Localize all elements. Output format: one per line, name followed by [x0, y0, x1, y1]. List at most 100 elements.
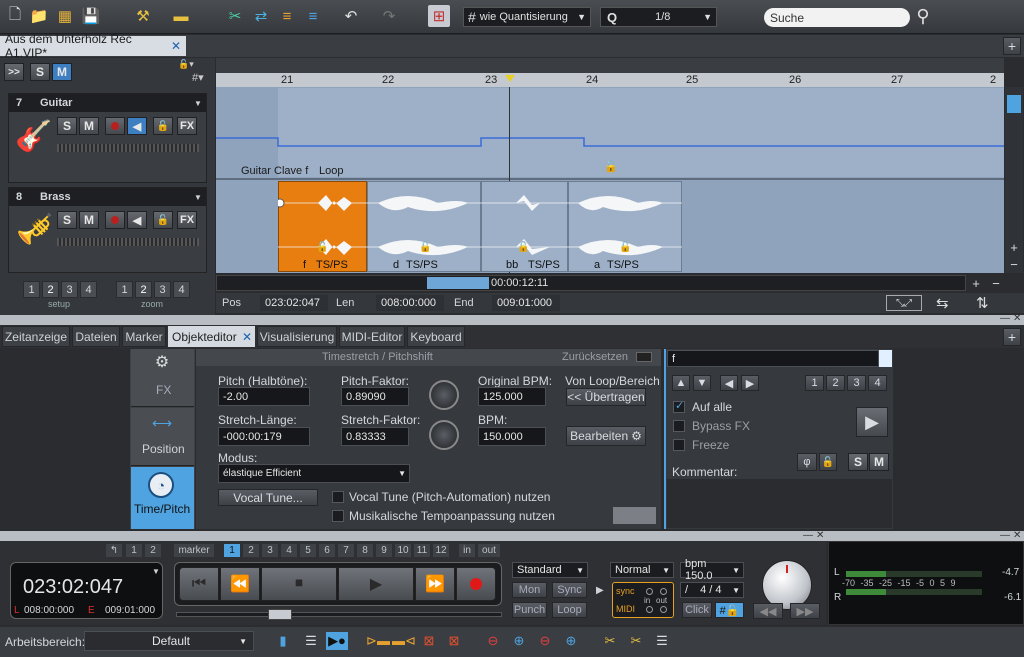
fx-button[interactable]: FX	[177, 117, 197, 135]
monitor-button[interactable]: ◀	[127, 117, 147, 135]
header-grid-icon[interactable]: #▾	[192, 71, 204, 84]
view-3-icon[interactable]: ⊖	[536, 632, 554, 650]
save-icon[interactable]: 💾	[80, 5, 102, 27]
click-button[interactable]: Click	[682, 602, 712, 618]
minimize-icon[interactable]: —	[1000, 530, 1010, 541]
lock-button[interactable]: 🔓	[153, 211, 173, 229]
marker-6[interactable]: 6	[319, 544, 335, 557]
snap-icon[interactable]: ⊞	[428, 5, 450, 27]
open-folder-icon[interactable]: 📁	[28, 5, 50, 27]
pos-field[interactable]: 023:02:047	[260, 295, 328, 311]
playhead-marker-icon[interactable]	[505, 75, 515, 82]
edit-3-icon[interactable]: ☰	[652, 632, 672, 650]
zoom-2[interactable]: 2	[135, 281, 152, 298]
global-solo-button[interactable]: S	[30, 63, 50, 81]
edit-2-icon[interactable]: ✂	[626, 632, 646, 650]
stretch-knob[interactable]	[429, 420, 459, 450]
move-left-button[interactable]: ◀	[720, 375, 738, 391]
object-name-field[interactable]: f	[667, 350, 879, 367]
mute-button[interactable]: M	[79, 117, 99, 135]
mode-select[interactable]: élastique Efficient ▼	[218, 464, 410, 483]
object-mute-button[interactable]: M	[869, 453, 889, 471]
transport-view-icon[interactable]: ▶●	[326, 632, 348, 650]
bpm-field[interactable]: 150.000	[478, 427, 546, 446]
pitch-factor-field[interactable]: 0.89090	[341, 387, 409, 406]
slot-2-button[interactable]: 2	[826, 375, 845, 391]
q-select[interactable]: Q 1/8 ▼	[600, 7, 717, 27]
position-slider[interactable]	[176, 612, 502, 617]
scroll-thumb[interactable]	[427, 277, 489, 289]
move-right-button[interactable]: ▶	[741, 375, 759, 391]
close-icon[interactable]: ✕	[1013, 530, 1021, 541]
tempo-checkbox[interactable]	[332, 510, 344, 522]
vocal-tune-checkbox[interactable]	[332, 491, 344, 503]
lock-icon[interactable]: 🔓	[517, 242, 529, 253]
edit-button[interactable]: Bearbeiten ⚙	[566, 426, 646, 446]
back-button[interactable]: ↰	[106, 544, 122, 557]
global-mute-button[interactable]: M	[52, 63, 72, 81]
close-icon[interactable]: ✕	[1013, 313, 1021, 324]
solo-button[interactable]: S	[57, 117, 77, 135]
normal-select[interactable]: Normal ▼	[610, 562, 674, 578]
reset-button[interactable]	[636, 352, 652, 362]
out-button[interactable]: out	[478, 544, 500, 557]
search-input[interactable]: Suche	[764, 8, 910, 27]
zoom-1[interactable]: 1	[116, 281, 133, 298]
close-icon[interactable]: ✕	[816, 530, 824, 541]
zoom-4[interactable]: 4	[173, 281, 190, 298]
tab-zeitanzeige[interactable]: Zeitanzeige	[2, 326, 70, 347]
apply-all-checkbox[interactable]: ✓	[673, 400, 685, 413]
setup-2[interactable]: 2	[42, 281, 59, 298]
close-icon[interactable]: ✕	[171, 39, 181, 53]
slot-3-button[interactable]: 3	[847, 375, 866, 391]
pitch-knob[interactable]	[429, 380, 459, 410]
stretch-length-field[interactable]: -000:00:179	[218, 427, 310, 446]
tool-4-icon[interactable]: ⊠	[444, 632, 464, 650]
setup-1[interactable]: 1	[23, 281, 40, 298]
record-transport-button[interactable]	[456, 567, 496, 601]
preview-play-button[interactable]: ▶	[856, 407, 888, 437]
marker-3[interactable]: 3	[262, 544, 278, 557]
view-4-icon[interactable]: ⊕	[562, 632, 580, 650]
name-field-handle[interactable]	[879, 350, 892, 367]
marker-5[interactable]: 5	[300, 544, 316, 557]
fit-view-icon[interactable]: ⤡⤢	[886, 295, 922, 311]
zoom-3[interactable]: 3	[154, 281, 171, 298]
search-icon[interactable]: ⚲	[912, 5, 934, 27]
mute-button[interactable]: M	[79, 211, 99, 229]
marker-9[interactable]: 9	[376, 544, 392, 557]
mouse-mode-icon[interactable]: ⚒	[132, 5, 154, 27]
minimize-icon[interactable]: —	[803, 530, 813, 541]
pitch-tool-button[interactable]: φ	[797, 453, 817, 471]
setup-3[interactable]: 3	[61, 281, 78, 298]
go-to-start-button[interactable]: ⏮	[179, 567, 219, 601]
open-project-icon[interactable]: ▦	[54, 5, 76, 27]
redo-icon[interactable]: ↷	[378, 5, 400, 27]
swap-v-icon[interactable]: ⇅	[976, 294, 989, 312]
fast-forward-button[interactable]: ⏩	[415, 567, 455, 601]
expand-arrow-icon[interactable]: ▶	[596, 585, 604, 596]
marker-2[interactable]: 2	[243, 544, 259, 557]
chevron-down-icon[interactable]: ▼	[194, 193, 202, 202]
distribute-icon[interactable]: ≡	[302, 5, 324, 27]
tab-visualisierung[interactable]: Visualisierung	[257, 326, 337, 347]
transfer-button[interactable]: << Übertragen	[566, 388, 646, 406]
move-up-button[interactable]: ▲	[672, 375, 690, 391]
chevron-down-icon[interactable]: ▼	[194, 99, 202, 108]
punch-button[interactable]: Punch	[512, 602, 547, 618]
marker-set-1[interactable]: 1	[126, 544, 142, 557]
zoom-out-button[interactable]: −	[1006, 257, 1022, 272]
new-file-icon[interactable]: 🗋	[4, 5, 26, 27]
record-button[interactable]	[105, 211, 125, 229]
scrub-forward-button[interactable]: ▶▶	[790, 603, 820, 619]
sync-button[interactable]: Sync	[552, 582, 587, 598]
header-lock-icon[interactable]: 🔓▾	[178, 59, 194, 70]
edit-1-icon[interactable]: ✂	[600, 632, 620, 650]
panel-splitter[interactable]	[0, 315, 1024, 325]
loop-button[interactable]: Loop	[552, 602, 587, 618]
marker-8[interactable]: 8	[357, 544, 373, 557]
add-tab-button[interactable]: +	[1003, 37, 1021, 55]
close-icon[interactable]: ✕	[242, 330, 252, 344]
zoom-in-h-button[interactable]: +	[968, 276, 984, 291]
slot-1-button[interactable]: 1	[805, 375, 824, 391]
